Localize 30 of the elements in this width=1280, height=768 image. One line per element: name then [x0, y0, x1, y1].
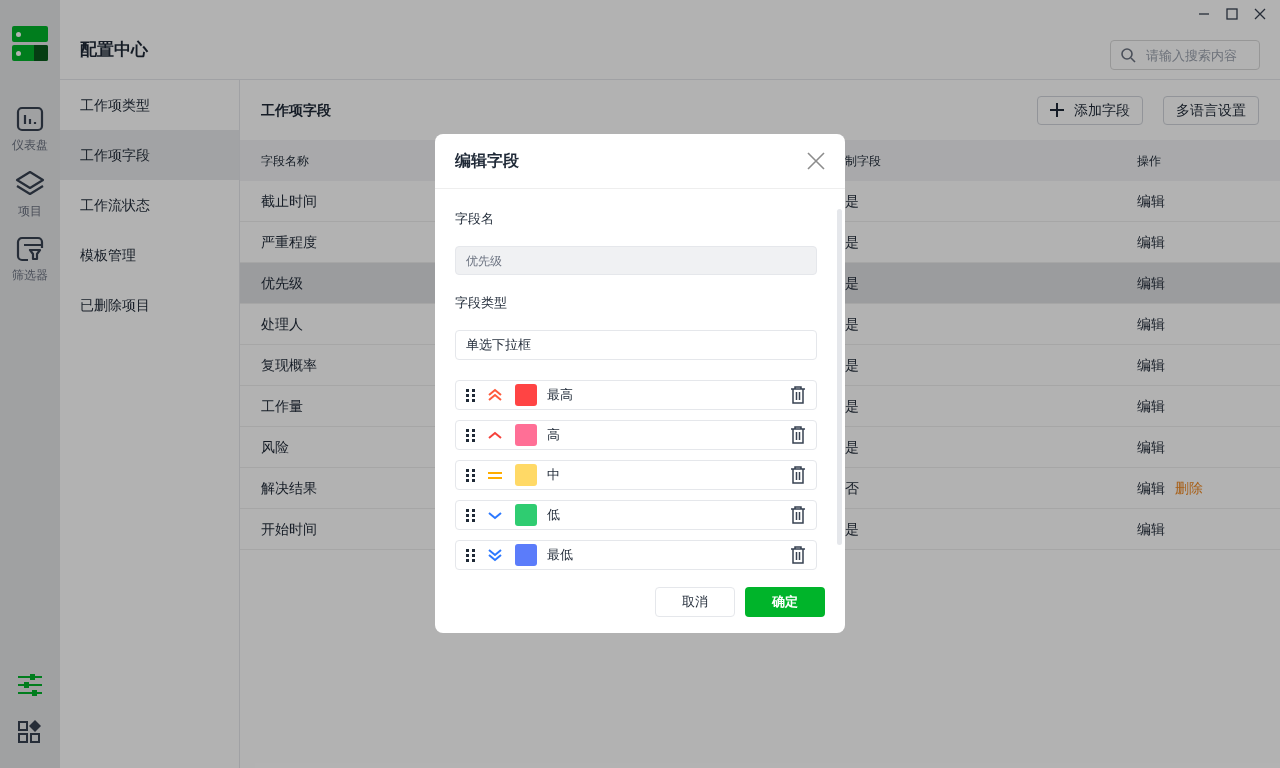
- table-cell: 是: [845, 397, 859, 414]
- table-cell: 否: [845, 479, 859, 496]
- table-cell: 是: [845, 438, 859, 455]
- field-label: 字段名: [455, 210, 495, 228]
- table-cell: 风险: [261, 438, 289, 455]
- table-cell: 处理人: [261, 315, 303, 332]
- column-header: 字段名称: [261, 153, 309, 168]
- table-cell: 是: [845, 274, 859, 291]
- option-label: 低: [547, 506, 561, 525]
- table-cell: 解决结果: [261, 479, 317, 496]
- column-header: 制字段: [845, 153, 881, 168]
- table-cell: 严重程度: [261, 233, 317, 250]
- table-cell: 是: [845, 356, 859, 373]
- table-cell: 复现概率: [261, 356, 317, 373]
- table-cell: 是: [845, 520, 859, 537]
- table-cell: 优先级: [261, 274, 303, 291]
- option-label: 高: [547, 426, 561, 445]
- column-header: 操作: [1137, 153, 1161, 168]
- section-title: 工作项字段: [261, 100, 331, 120]
- table-cell: 开始时间: [261, 520, 317, 537]
- table-cell: 是: [845, 192, 859, 209]
- table-cell: 截止时间: [261, 192, 317, 209]
- option-label: 最高: [547, 386, 574, 405]
- table-cell: 是: [845, 315, 859, 332]
- option-label: 中: [547, 466, 561, 485]
- table-cell: 工作量: [261, 397, 303, 414]
- dialog-title: 编辑字段: [455, 151, 519, 171]
- page-title: 配置中心: [80, 41, 148, 58]
- field-label: 字段类型: [455, 294, 508, 312]
- table-cell: 是: [845, 233, 859, 250]
